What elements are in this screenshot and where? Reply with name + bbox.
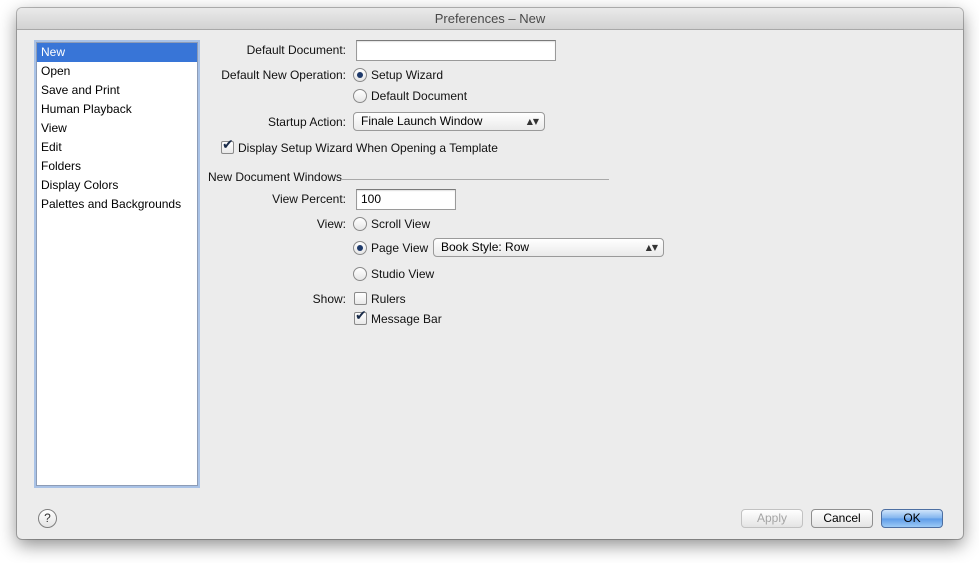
sidebar-item-folders[interactable]: Folders [37,157,197,176]
studio-view-label: Studio View [371,267,435,281]
category-list[interactable]: New Open Save and Print Human Playback V… [36,42,198,486]
sidebar-item-display-colors[interactable]: Display Colors [37,176,197,195]
help-icon: ? [44,511,51,525]
scroll-view-radio[interactable] [353,217,367,231]
message-bar-label: Message Bar [371,312,442,326]
new-document-windows-heading: New Document Windows [208,170,343,184]
startup-action-label: Startup Action: [267,115,346,129]
message-bar-checkbox[interactable] [354,308,367,325]
help-button[interactable]: ? [38,509,57,528]
sidebar-item-palettes-and-backgrounds[interactable]: Palettes and Backgrounds [37,195,197,214]
rulers-label: Rulers [371,292,406,306]
apply-button[interactable]: Apply [741,509,803,528]
sidebar-item-save-and-print[interactable]: Save and Print [37,81,197,100]
scroll-view-label: Scroll View [371,217,431,231]
show-label: Show: [312,292,346,306]
default-document-radio[interactable] [353,89,367,103]
startup-action-popup[interactable]: Finale Launch Window ▲▼ [353,112,545,131]
window-title: Preferences – New [17,8,963,30]
cancel-button[interactable]: Cancel [811,509,873,528]
page-view-style-popup[interactable]: Book Style: Row ▲▼ [433,238,664,257]
default-document-radio-label: Default Document [371,89,468,103]
display-wizard-label: Display Setup Wizard When Opening a Temp… [238,141,498,155]
view-label: View: [316,217,346,231]
sidebar-item-human-playback[interactable]: Human Playback [37,100,197,119]
preferences-window: Preferences – New New Open Save and Prin… [17,8,963,539]
sidebar-item-edit[interactable]: Edit [37,138,197,157]
page-view-style-value: Book Style: Row [441,240,530,254]
section-divider [341,179,609,180]
ok-button[interactable]: OK [881,509,943,528]
startup-action-value: Finale Launch Window [361,114,483,128]
sidebar-item-new[interactable]: New [37,43,197,62]
default-document-label: Default Document: [246,43,346,57]
page-view-label: Page View [371,241,429,255]
sidebar-item-view[interactable]: View [37,119,197,138]
default-document-field[interactable] [356,40,556,61]
view-percent-label: View Percent: [272,192,346,206]
view-percent-field[interactable]: 100 [356,189,456,210]
setup-wizard-label: Setup Wizard [371,68,444,82]
rulers-checkbox[interactable] [354,292,367,305]
setup-wizard-radio[interactable] [353,68,367,82]
studio-view-radio[interactable] [353,267,367,281]
default-new-operation-label: Default New Operation: [221,68,346,82]
page-view-radio[interactable] [353,241,367,255]
popup-arrows-icon: ▲▼ [526,116,539,126]
display-wizard-checkbox[interactable] [221,137,234,154]
popup-arrows-icon: ▲▼ [645,242,658,252]
sidebar-item-open[interactable]: Open [37,62,197,81]
